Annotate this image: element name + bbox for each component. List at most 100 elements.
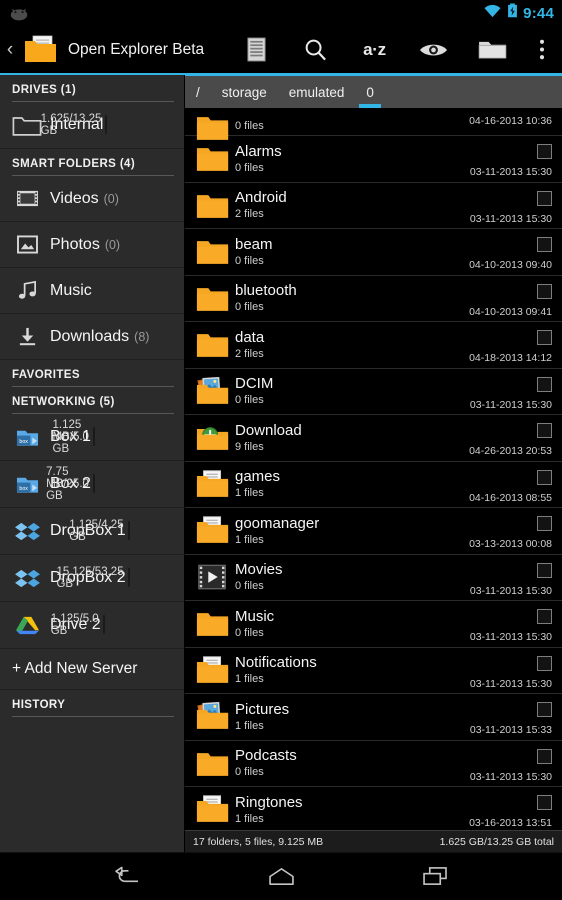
sidebar-item-label: Photos <box>50 235 100 253</box>
file-select-checkbox[interactable] <box>537 144 552 160</box>
sidebar-item-videos[interactable]: Videos (0) <box>0 176 184 222</box>
sidebar-item-drive-2[interactable]: Drive 2 1.125/5.0 GB <box>0 602 184 649</box>
file-select-checkbox[interactable] <box>537 237 552 253</box>
file-list[interactable]: 0 files 04-16-2013 10:36 Alarms 0 files 03-1… <box>185 108 562 830</box>
breadcrumb-storage[interactable]: storage <box>211 76 278 108</box>
file-row[interactable]: Download 9 files 04-26-2013 20:53 <box>185 415 562 462</box>
file-row[interactable]: Movies 0 files 03-11-2013 15:30 <box>185 555 562 601</box>
file-name: Pictures <box>235 700 290 718</box>
file-row-text: goomanager 1 files <box>235 515 469 547</box>
file-row[interactable]: Notifications 1 files 03-11-2013 15:30 <box>185 648 562 694</box>
file-row[interactable]: Music 0 files 03-11-2013 15:30 <box>185 601 562 648</box>
up-navigation-chevron-icon[interactable]: ‹ <box>0 39 20 61</box>
file-row[interactable]: data 2 files 04-18-2013 14:12 <box>185 322 562 369</box>
file-row[interactable]: bluetooth 0 files 04-10-2013 09:41 <box>185 276 562 322</box>
list-view-icon[interactable] <box>227 25 286 74</box>
folder-photos-icon <box>191 371 235 411</box>
file-count: 0 files <box>235 580 264 593</box>
status-icons: 9:44 <box>483 3 554 23</box>
file-select-checkbox[interactable] <box>537 609 552 625</box>
file-row[interactable]: Pictures 1 files 03-11-2013 15:33 <box>185 694 562 741</box>
file-count: 1 files <box>235 487 264 500</box>
file-select-checkbox[interactable] <box>537 516 552 532</box>
file-row[interactable]: Alarms 0 files 03-11-2013 15:30 <box>185 136 562 183</box>
add-new-server-button[interactable]: + Add New Server <box>0 649 184 690</box>
back-nav-icon[interactable] <box>106 860 148 894</box>
file-row-text: beam 0 files <box>235 236 469 268</box>
home-nav-icon[interactable] <box>260 860 302 894</box>
file-row[interactable]: DCIM 0 files 03-11-2013 15:30 <box>185 369 562 415</box>
file-count: 0 files <box>235 766 264 779</box>
file-count: 1 files <box>235 533 264 546</box>
downloads-info: Downloads (8) <box>46 328 184 346</box>
file-name: Download <box>235 421 302 439</box>
file-row[interactable]: goomanager 1 files 03-13-2013 00:08 <box>185 508 562 555</box>
storage-usage-bar: 1.625/13.25 GB <box>41 113 108 137</box>
file-row[interactable]: Android 2 files 03-11-2013 15:30 <box>185 183 562 229</box>
file-name: beam <box>235 235 273 253</box>
dropbox1-info: DropBox 1 1.125/4.25 GB <box>46 519 184 543</box>
file-row[interactable]: 0 files 04-16-2013 10:36 <box>185 108 562 140</box>
file-select-checkbox[interactable] <box>537 655 552 671</box>
file-row[interactable]: Podcasts 0 files 03-11-2013 15:30 <box>185 741 562 787</box>
folder-document-icon <box>191 464 235 504</box>
file-row[interactable]: games 1 files 04-16-2013 08:55 <box>185 462 562 508</box>
sort-az-icon[interactable]: a·z <box>345 25 404 74</box>
file-select-checkbox[interactable] <box>537 283 552 299</box>
folder-icon <box>191 278 235 318</box>
file-select-checkbox[interactable] <box>537 376 552 392</box>
sidebar-item-downloads[interactable]: Downloads (8) <box>0 314 184 360</box>
show-hidden-eye-icon[interactable] <box>404 25 463 74</box>
file-select-checkbox[interactable] <box>537 423 552 439</box>
file-row-text: Podcasts 0 files <box>235 747 470 779</box>
android-logo-icon <box>8 5 30 21</box>
videos-info: Videos (0) <box>46 190 184 208</box>
overflow-menu-icon[interactable] <box>522 25 562 74</box>
body-split: DRIVES (1) Internal 1.625/13.25 GB SMART… <box>0 75 562 852</box>
folder-icon <box>191 113 235 140</box>
svg-text:box: box <box>19 438 28 444</box>
file-row[interactable]: beam 0 files 04-10-2013 09:40 <box>185 229 562 276</box>
file-date: 03-11-2013 15:30 <box>469 166 552 179</box>
box2-info: Box 2 7.75 MB/25.0 GB <box>46 466 184 502</box>
file-date: 03-11-2013 15:30 <box>469 584 552 597</box>
file-select-checkbox[interactable] <box>537 469 552 485</box>
sidebar-item-internal[interactable]: Internal 1.625/13.25 GB <box>0 102 184 149</box>
file-count: 2 files <box>235 347 264 360</box>
file-row-meta: 04-10-2013 09:41 <box>469 276 552 322</box>
battery-charging-icon <box>507 3 518 23</box>
sort-az-label: a·z <box>363 39 386 59</box>
search-icon[interactable] <box>286 25 345 74</box>
file-date: 03-11-2013 15:30 <box>469 631 552 644</box>
file-row[interactable]: Ringtones 1 files 03-16-2013 13:51 <box>185 787 562 830</box>
file-row-meta: 03-11-2013 15:30 <box>470 601 552 647</box>
file-select-checkbox[interactable] <box>537 795 552 811</box>
file-select-checkbox[interactable] <box>537 562 552 578</box>
photos-info: Photos (0) <box>46 236 184 254</box>
sidebar-item-dropbox-2[interactable]: DropBox 2 15.125/53.25 GB <box>0 555 184 602</box>
sidebar-section-smart-folders: SMART FOLDERS (4) <box>12 158 136 170</box>
storage-usage-bar: 7.75 MB/25.0 GB <box>46 466 95 502</box>
file-name: Movies <box>235 561 283 579</box>
recents-nav-icon[interactable] <box>414 860 456 894</box>
sidebar-item-music[interactable]: Music <box>0 268 184 314</box>
file-row-meta: 03-11-2013 15:30 <box>470 183 552 229</box>
file-select-checkbox[interactable] <box>537 748 552 764</box>
sidebar-item-box-2[interactable]: box Box 2 7.75 MB/25.0 GB <box>0 461 184 508</box>
breadcrumb-0[interactable]: 0 <box>355 76 385 108</box>
sidebar-item-dropbox-1[interactable]: DropBox 1 1.125/4.25 GB <box>0 508 184 555</box>
open-folder-icon[interactable] <box>20 33 62 67</box>
file-select-checkbox[interactable] <box>537 702 552 718</box>
sidebar-item-box-1[interactable]: box Box 1 1.125 MB/5.0 GB <box>0 414 184 461</box>
file-select-checkbox[interactable] <box>537 330 552 346</box>
file-row-text: Notifications 1 files <box>235 654 470 686</box>
sidebar-item-photos[interactable]: Photos (0) <box>0 222 184 268</box>
folder-icon[interactable] <box>463 25 522 74</box>
box-icon: box <box>8 420 46 454</box>
file-date: 04-10-2013 09:41 <box>469 305 552 318</box>
breadcrumb-root[interactable]: / <box>185 76 211 108</box>
file-name: Podcasts <box>235 747 297 765</box>
file-select-checkbox[interactable] <box>537 190 552 206</box>
file-count: 1 files <box>235 812 264 825</box>
breadcrumb-emulated[interactable]: emulated <box>278 76 356 108</box>
